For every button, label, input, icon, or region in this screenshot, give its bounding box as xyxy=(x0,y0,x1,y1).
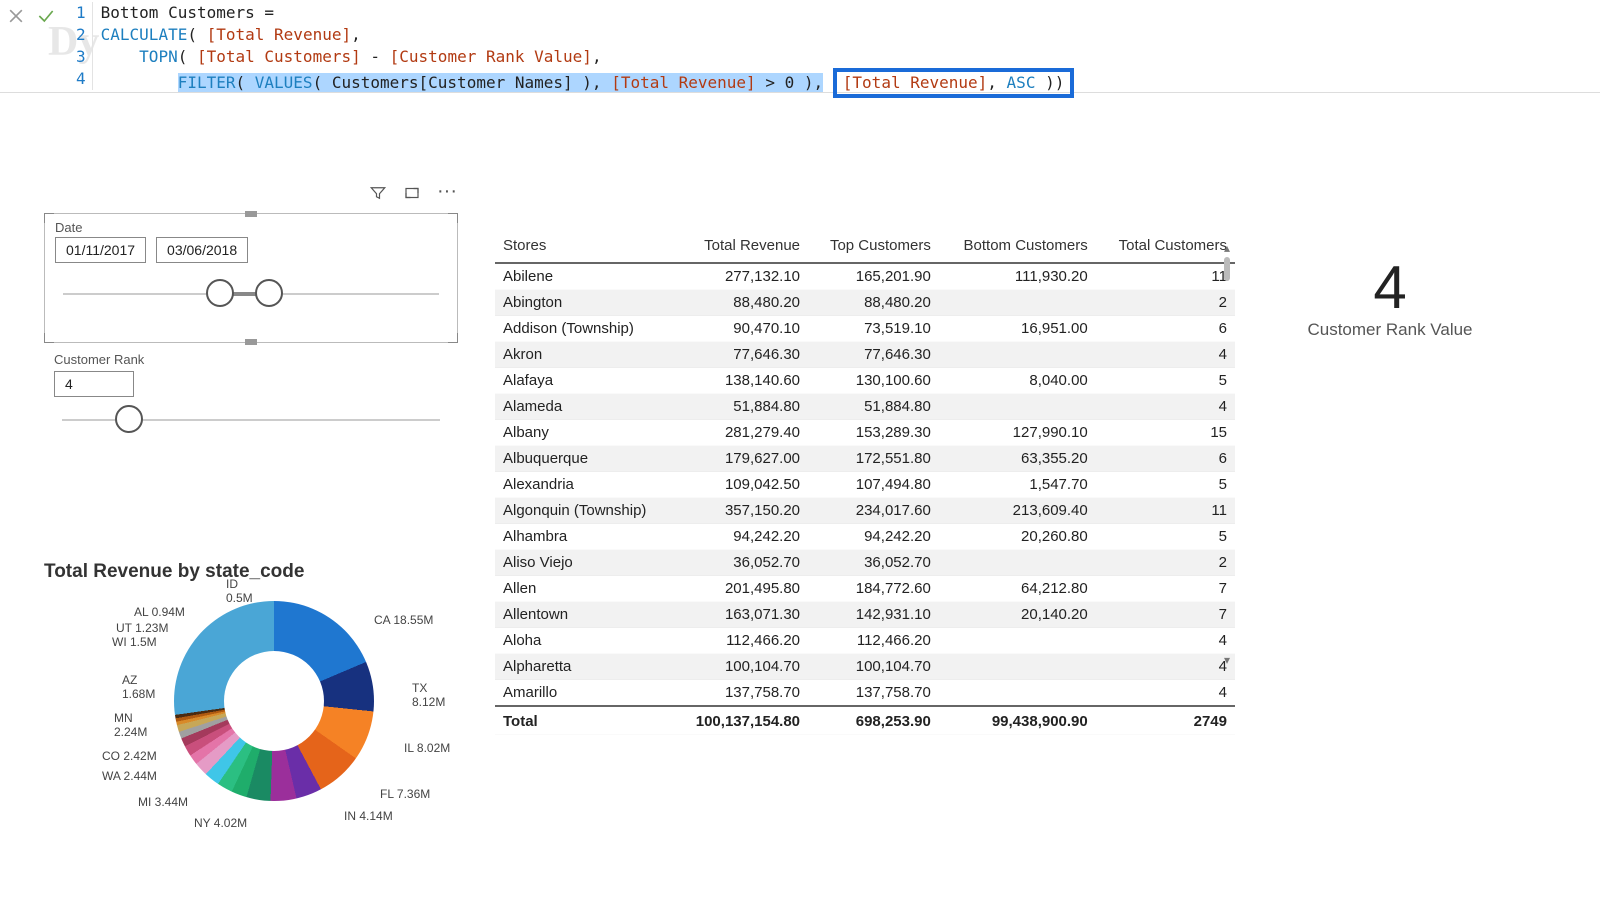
table-row[interactable]: Allentown163,071.30142,931.1020,140.207 xyxy=(495,602,1235,628)
slider-thumb-from[interactable] xyxy=(206,279,234,307)
date-slicer[interactable]: ··· Date 01/11/2017 03/06/2018 xyxy=(44,213,458,343)
col-bottom-customers[interactable]: Bottom Customers xyxy=(939,231,1096,263)
resize-handle[interactable] xyxy=(245,339,257,345)
date-range-slider[interactable] xyxy=(63,279,439,309)
table-row[interactable]: Alexandria109,042.50107,494.801,547.705 xyxy=(495,472,1235,498)
resize-handle[interactable] xyxy=(245,211,257,217)
slice-label-il: IL 8.02M xyxy=(404,741,450,755)
date-from-input[interactable]: 01/11/2017 xyxy=(55,237,146,263)
slice-label-az: AZ1.68M xyxy=(122,673,155,701)
scroll-thumb[interactable] xyxy=(1224,257,1230,281)
slice-label-fl: FL 7.36M xyxy=(380,787,430,801)
slice-label-mn: MN2.24M xyxy=(114,711,147,739)
rank-value-card[interactable]: 4 Customer Rank Value xyxy=(1260,253,1520,340)
donut-title: Total Revenue by state_code xyxy=(44,561,464,583)
donut-chart-visual[interactable]: Total Revenue by state_code CA 18.55M TX… xyxy=(44,561,464,811)
slice-label-al: AL 0.94M xyxy=(134,605,185,619)
table-header-row: Stores Total Revenue Top Customers Botto… xyxy=(495,231,1235,263)
more-options-icon[interactable]: ··· xyxy=(437,184,457,205)
table-row[interactable]: Aloha112,466.20112,466.204 xyxy=(495,628,1235,654)
highlighted-sort-args: [Total Revenue], ASC )) xyxy=(833,68,1075,98)
slice-label-wi: WI 1.5M xyxy=(112,635,157,649)
slice-label-tx: TX8.12M xyxy=(412,681,445,709)
table-row[interactable]: Alafaya138,140.60130,100.608,040.005 xyxy=(495,368,1235,394)
table-row[interactable]: Albany281,279.40153,289.30127,990.1015 xyxy=(495,420,1235,446)
table-row[interactable]: Abington88,480.2088,480.202 xyxy=(495,290,1235,316)
date-slicer-title: Date xyxy=(45,214,457,237)
table-row[interactable]: Aliso Viejo36,052.7036,052.702 xyxy=(495,550,1235,576)
date-to-input[interactable]: 03/06/2018 xyxy=(156,237,248,263)
card-label: Customer Rank Value xyxy=(1260,320,1520,340)
stores-table[interactable]: Stores Total Revenue Top Customers Botto… xyxy=(495,231,1235,735)
dax-editor[interactable]: 1 2 3 4 Bottom Customers = CALCULATE( [T… xyxy=(66,2,1074,90)
focus-mode-icon[interactable] xyxy=(403,184,421,205)
rank-slicer-title: Customer Rank xyxy=(44,346,458,369)
slider-thumb-to[interactable] xyxy=(255,279,283,307)
card-value: 4 xyxy=(1260,253,1520,322)
code-line-1[interactable]: Bottom Customers = xyxy=(101,2,1075,24)
filter-icon[interactable] xyxy=(369,184,387,205)
table-row[interactable]: Algonquin (Township)357,150.20234,017.60… xyxy=(495,498,1235,524)
customer-rank-slicer[interactable]: Customer Rank 4 xyxy=(44,346,458,435)
col-total-customers[interactable]: Total Customers xyxy=(1096,231,1235,263)
table-row[interactable]: Albuquerque179,627.00172,551.8063,355.20… xyxy=(495,446,1235,472)
code-line-3[interactable]: TOPN( [Total Customers] - [Customer Rank… xyxy=(101,46,1075,68)
table-row[interactable]: Addison (Township)90,470.1073,519.1016,9… xyxy=(495,316,1235,342)
slice-label-ny: NY 4.02M xyxy=(194,816,247,830)
col-top-customers[interactable]: Top Customers xyxy=(808,231,939,263)
slice-label-ca: CA 18.55M xyxy=(374,613,433,627)
report-canvas: ··· Date 01/11/2017 03/06/2018 Customer … xyxy=(0,93,1600,99)
slice-label-mi: MI 3.44M xyxy=(138,795,188,809)
table-row[interactable]: Allen201,495.80184,772.6064,212.807 xyxy=(495,576,1235,602)
table-total-row: Total 100,137,154.80 698,253.90 99,438,9… xyxy=(495,706,1235,735)
slice-label-in: IN 4.14M xyxy=(344,809,393,823)
col-stores[interactable]: Stores xyxy=(495,231,673,263)
slider-thumb-rank[interactable] xyxy=(115,405,143,433)
line-gutter: 1 2 3 4 xyxy=(66,2,93,90)
table-row[interactable]: Amarillo137,758.70137,758.704 xyxy=(495,680,1235,707)
rank-value-input[interactable]: 4 xyxy=(54,371,134,397)
table-row[interactable]: Alpharetta100,104.70100,104.704 xyxy=(495,654,1235,680)
table-row[interactable]: Alhambra94,242.2094,242.2020,260.805 xyxy=(495,524,1235,550)
rank-slider[interactable] xyxy=(62,405,440,435)
scroll-up-icon[interactable]: ▴ xyxy=(1222,241,1232,255)
scroll-down-icon[interactable]: ▾ xyxy=(1222,653,1232,667)
cancel-icon[interactable] xyxy=(6,6,26,29)
code-line-2[interactable]: CALCULATE( [Total Revenue], xyxy=(101,24,1075,46)
col-total-revenue[interactable]: Total Revenue xyxy=(673,231,808,263)
table-row[interactable]: Abilene277,132.10165,201.90111,930.2011 xyxy=(495,263,1235,290)
slice-label-wa: WA 2.44M xyxy=(102,769,157,783)
slice-label-ut: UT 1.23M xyxy=(116,621,168,635)
table-row[interactable]: Akron77,646.3077,646.304 xyxy=(495,342,1235,368)
slice-label-id: ID0.5M xyxy=(226,577,253,605)
table-scrollbar[interactable]: ▴ ▾ xyxy=(1222,241,1232,669)
formula-bar: Dy 1 2 3 4 Bottom Customers = CALCULATE(… xyxy=(0,0,1600,93)
slice-label-co: CO 2.42M xyxy=(102,749,157,763)
code-line-4[interactable]: FILTER( VALUES( Customers[Customer Names… xyxy=(101,68,1075,90)
table-row[interactable]: Alameda51,884.8051,884.804 xyxy=(495,394,1235,420)
